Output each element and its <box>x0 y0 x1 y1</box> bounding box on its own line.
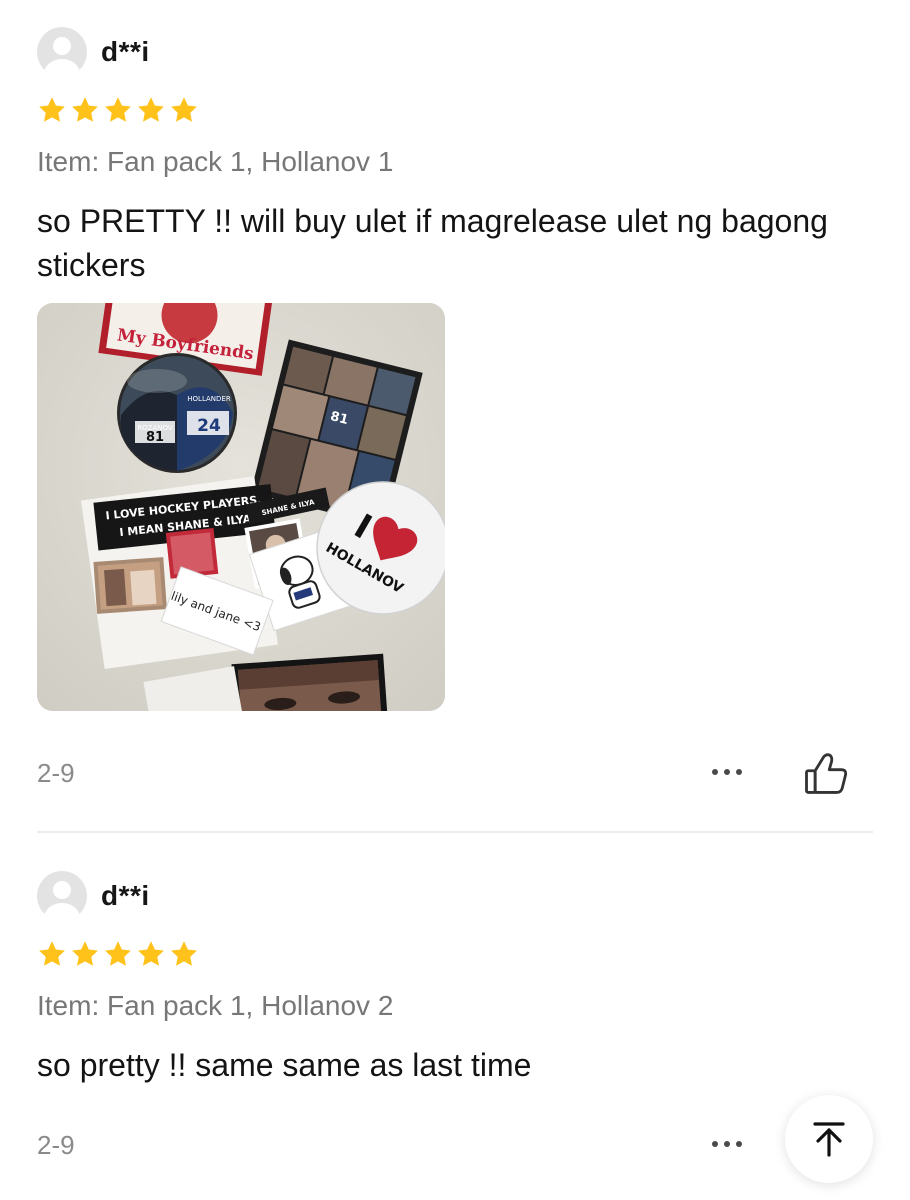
jersey-name-2: HOLLANDER <box>187 395 231 403</box>
star-icon <box>138 97 164 122</box>
jersey-number-1: 81 <box>146 430 164 445</box>
star-icon <box>105 941 131 966</box>
user-avatar-icon[interactable] <box>37 27 87 77</box>
item-variant: Item: Fan pack 1, Hollanov 1 <box>37 146 394 177</box>
scroll-to-top-button[interactable] <box>785 1095 873 1183</box>
thumbs-up-icon[interactable] <box>800 748 852 800</box>
star-icon <box>105 97 131 122</box>
more-horizontal-icon <box>712 769 718 775</box>
star-icon <box>39 941 65 966</box>
arrow-up-to-top-icon <box>813 1122 845 1157</box>
reviewer-name: d**i <box>101 36 150 67</box>
star-rating <box>37 95 199 125</box>
star-icon <box>72 941 98 966</box>
jersey-number-2: 24 <box>197 416 221 436</box>
reviewer-name: d**i <box>101 880 150 911</box>
star-icon <box>171 97 197 122</box>
star-rating <box>37 939 199 969</box>
user-avatar-icon[interactable] <box>37 871 87 921</box>
review-date: 2-9 <box>37 1130 75 1160</box>
star-icon <box>138 941 164 966</box>
review-text: so PRETTY !! will buy ulet if magrelease… <box>37 203 828 283</box>
review-text: so pretty !! same same as last time <box>37 1047 532 1083</box>
star-icon <box>39 97 65 122</box>
star-icon <box>72 97 98 122</box>
review-card: d**i Item: Fan pack 1, Hollanov 2 so pre… <box>0 833 910 1200</box>
more-options-button[interactable] <box>700 1129 754 1159</box>
review-photo[interactable]: My Boyfriends 81 ROZANOV 81 HOLLANDER 24… <box>37 303 445 711</box>
star-icon <box>171 941 197 966</box>
review-card: d**i Item: Fan pack 1, Hollanov 1 so PRE… <box>0 0 910 832</box>
more-options-button[interactable] <box>700 757 754 787</box>
item-variant: Item: Fan pack 1, Hollanov 2 <box>37 990 394 1021</box>
more-horizontal-icon <box>712 1141 718 1147</box>
review-date: 2-9 <box>37 758 75 788</box>
